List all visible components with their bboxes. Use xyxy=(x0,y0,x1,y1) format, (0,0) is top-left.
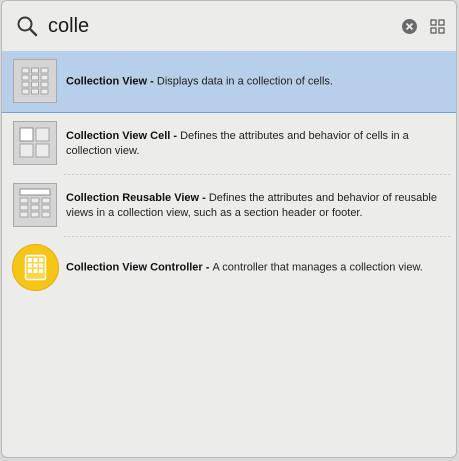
result-item-collection-view-cell[interactable]: Collection View Cell - Defines the attri… xyxy=(2,113,456,175)
collection-view-icon xyxy=(13,59,57,103)
object-library-panel: Collection View - Displays data in a col… xyxy=(1,0,457,458)
result-separator: - xyxy=(170,130,181,142)
result-description: Collection View Controller - A controlle… xyxy=(66,261,442,276)
search-input[interactable] xyxy=(48,11,348,41)
result-separator: - xyxy=(199,192,209,204)
result-title: Collection View Cell xyxy=(66,130,171,142)
magnifier-icon xyxy=(17,16,38,37)
result-text: Displays data in a collection of cells. xyxy=(156,75,333,87)
collection-view-controller-icon xyxy=(12,244,59,291)
result-separator: - xyxy=(147,75,157,87)
collection-view-cell-icon xyxy=(13,121,57,165)
result-title: Collection Reusable View xyxy=(66,192,200,204)
result-description: Collection View - Displays data in a col… xyxy=(66,74,442,89)
result-description: Collection Reusable View - Defines the a… xyxy=(66,191,442,221)
result-separator: - xyxy=(202,261,213,274)
grid-view-toggle-icon[interactable] xyxy=(430,19,445,34)
result-item-collection-view-controller[interactable]: Collection View Controller - A controlle… xyxy=(2,237,456,299)
result-title: Collection View Controller xyxy=(66,261,203,274)
result-description: Collection View Cell - Defines the attri… xyxy=(66,129,442,159)
result-list: Collection View - Displays data in a col… xyxy=(2,51,456,457)
search-bar xyxy=(2,1,456,52)
clear-search-icon[interactable] xyxy=(402,19,417,34)
result-text: A controller that manages a collection v… xyxy=(212,261,423,274)
result-title: Collection View xyxy=(66,75,148,87)
result-item-collection-view[interactable]: Collection View - Displays data in a col… xyxy=(2,51,456,113)
collection-reusable-view-icon xyxy=(13,183,57,227)
result-item-collection-reusable-view[interactable]: Collection Reusable View - Defines the a… xyxy=(2,175,456,237)
